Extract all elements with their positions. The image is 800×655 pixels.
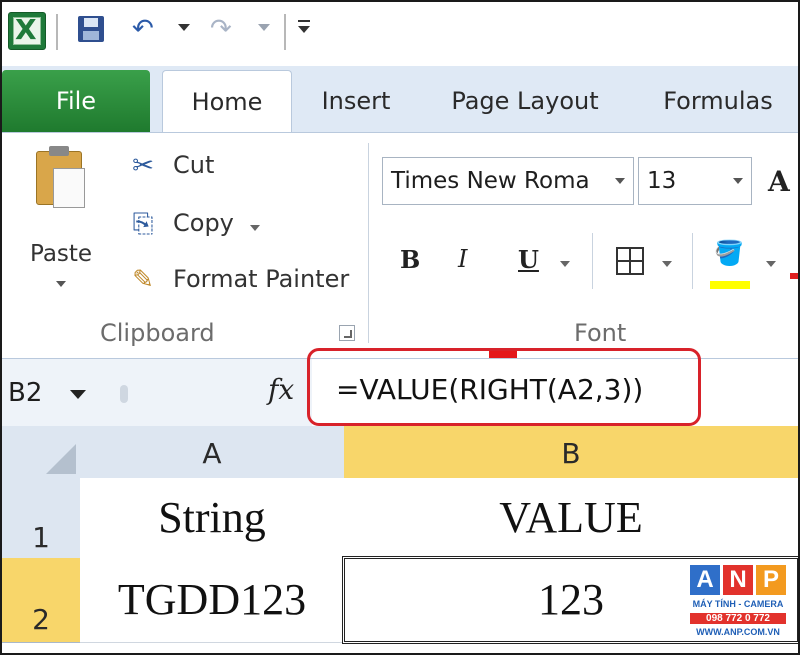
logo-letter: A	[690, 565, 720, 595]
tab-home[interactable]: Home	[162, 70, 292, 137]
tab-insert[interactable]: Insert	[310, 66, 402, 132]
grow-font-icon[interactable]: A	[768, 165, 790, 198]
underline-button[interactable]: U	[518, 245, 539, 274]
font-color-swatch	[790, 273, 798, 279]
toolbar-separator	[284, 14, 286, 50]
excel-window: X ↶ ↷ File Home Insert Page Layout Formu…	[0, 0, 800, 655]
format-painter-label: Format Painter	[173, 265, 350, 293]
cell-b1[interactable]: VALUE	[344, 478, 798, 559]
toolbar-separator	[56, 14, 58, 50]
format-painter-button[interactable]: ✎ Format Painter	[126, 261, 366, 301]
column-header-b[interactable]: B	[344, 426, 798, 479]
fill-color-icon[interactable]: 🪣	[714, 239, 744, 267]
customize-toolbar-icon[interactable]	[298, 20, 312, 33]
paste-button[interactable]: Paste	[30, 241, 92, 267]
copy-label: Copy	[173, 209, 234, 237]
font-group-label: Font	[574, 319, 627, 347]
italic-button[interactable]: I	[458, 245, 467, 273]
font-name-value: Times New Roma	[391, 168, 590, 194]
group-separator	[592, 233, 593, 289]
redo-dropdown-icon[interactable]	[258, 24, 270, 31]
logo-letter: P	[756, 565, 786, 595]
formula-highlight-box	[307, 348, 701, 426]
group-separator	[368, 143, 369, 343]
group-separator	[692, 233, 693, 289]
tab-file[interactable]: File	[2, 70, 150, 132]
select-all-button[interactable]	[2, 426, 81, 479]
logo-tagline: MÁY TÍNH - CAMERA	[692, 599, 784, 609]
column-header-a[interactable]: A	[80, 426, 345, 479]
anp-watermark-logo: A N P MÁY TÍNH - CAMERA 098 772 0 772 WW…	[690, 565, 786, 641]
worksheet-grid: A B 1 2 String VALUE TGDD123 123	[2, 426, 798, 653]
chevron-down-icon[interactable]	[733, 178, 743, 184]
fill-color-swatch	[710, 281, 750, 289]
redo-icon[interactable]: ↷	[210, 14, 232, 44]
undo-icon[interactable]: ↶	[132, 14, 154, 44]
copy-dropdown-icon[interactable]	[250, 225, 260, 231]
logo-letter: N	[723, 565, 753, 595]
save-icon[interactable]	[78, 16, 104, 42]
name-box[interactable]: B2	[2, 373, 102, 413]
cut-label: Cut	[173, 151, 215, 179]
font-name-combobox[interactable]: Times New Roma	[382, 157, 634, 205]
copy-icon: ⎘	[132, 209, 154, 239]
insert-function-icon[interactable]: fx	[268, 373, 294, 406]
tab-formulas[interactable]: Formulas	[650, 66, 786, 132]
clipboard-dialog-launcher-icon[interactable]	[339, 325, 355, 341]
row-header-1[interactable]: 1	[2, 478, 81, 559]
scissors-icon: ✂	[132, 151, 154, 181]
font-size-value: 13	[647, 168, 677, 194]
paste-icon[interactable]	[36, 146, 85, 208]
borders-icon[interactable]	[616, 247, 644, 275]
brush-icon: ✎	[132, 265, 154, 295]
excel-logo-icon[interactable]: X	[8, 12, 46, 50]
undo-dropdown-icon[interactable]	[178, 24, 190, 31]
fill-color-dropdown-icon[interactable]	[766, 261, 776, 267]
chevron-down-icon[interactable]	[70, 390, 86, 399]
formula-bar-resize-handle[interactable]	[120, 385, 128, 403]
logo-website: WWW.ANP.COM.VN	[696, 627, 780, 637]
tab-page-layout[interactable]: Page Layout	[434, 66, 616, 132]
clipboard-group-label: Clipboard	[100, 319, 215, 347]
quick-access-toolbar: X ↶ ↷	[2, 2, 798, 66]
cell-a2[interactable]: TGDD123	[80, 558, 345, 643]
chevron-down-icon[interactable]	[615, 178, 625, 184]
borders-dropdown-icon[interactable]	[662, 261, 672, 267]
cell-a1[interactable]: String	[80, 478, 345, 559]
logo-phone: 098 772 0 772	[690, 613, 786, 624]
font-size-combobox[interactable]: 13	[638, 157, 752, 205]
underline-dropdown-icon[interactable]	[560, 261, 570, 267]
ribbon-home: Paste ✂ Cut ⎘ Copy ✎ Format Painter Clip…	[2, 132, 798, 459]
paste-dropdown-icon[interactable]	[56, 281, 66, 287]
name-box-value: B2	[8, 378, 43, 408]
ribbon-tabs: File Home Insert Page Layout Formulas	[2, 66, 798, 137]
bold-button[interactable]: B	[400, 245, 420, 274]
row-header-2[interactable]: 2	[2, 558, 81, 643]
